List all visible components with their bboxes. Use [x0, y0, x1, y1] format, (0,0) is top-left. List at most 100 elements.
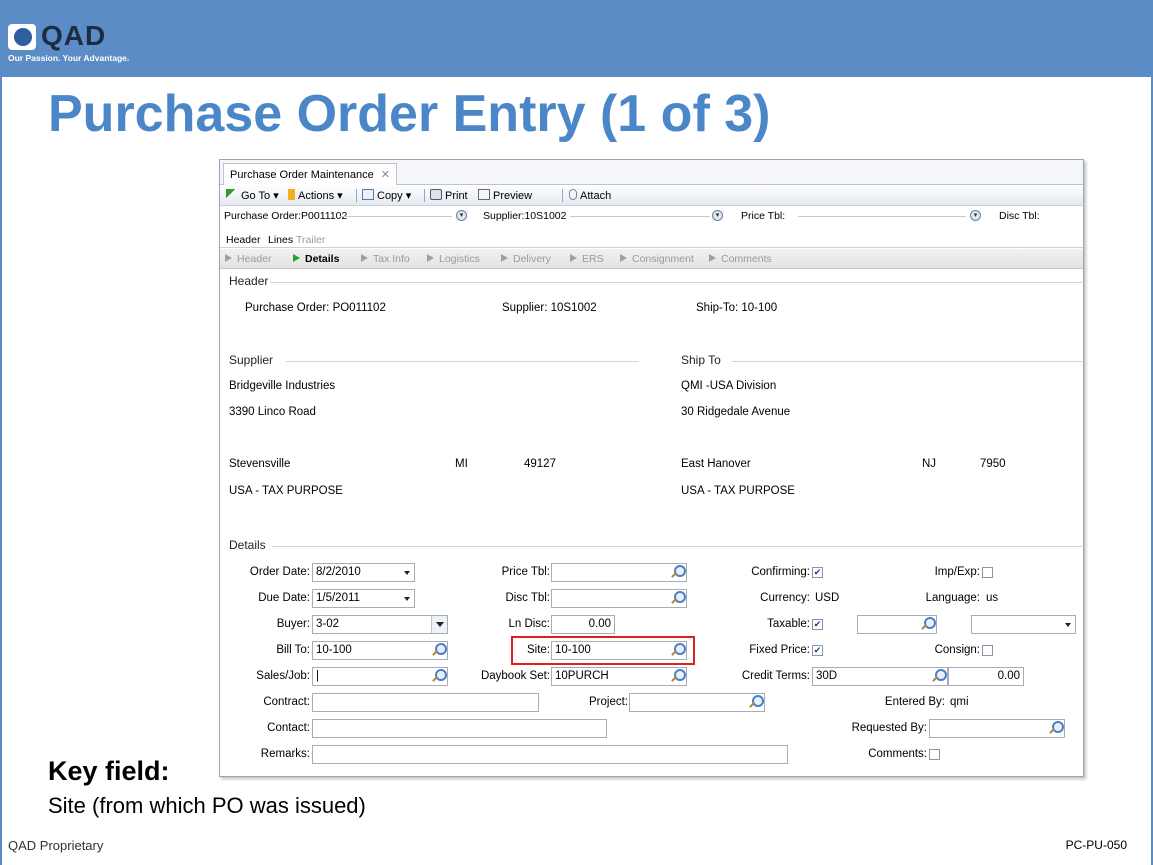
entered-by-label: Entered By:: [884, 696, 945, 708]
buyer-select[interactable]: 3-02: [312, 615, 448, 634]
supplier-city: Stevensville: [229, 458, 291, 470]
shipto-country: USA - TAX PURPOSE: [681, 485, 795, 497]
close-icon[interactable]: ✕: [381, 169, 390, 181]
actions-button[interactable]: Actions ▾: [288, 189, 343, 202]
disc-tbl-field[interactable]: [551, 589, 687, 608]
key-disc-tbl[interactable]: Disc Tbl:: [999, 210, 1040, 222]
sales-job-field[interactable]: |: [312, 667, 448, 686]
copy-button[interactable]: Copy ▾: [362, 189, 411, 202]
key-purchase-order[interactable]: Purchase Order:P0011102: [224, 210, 347, 222]
confirming-checkbox[interactable]: ✔: [812, 567, 823, 578]
key-supplier[interactable]: Supplier:10S1002: [483, 210, 566, 222]
supplier-country: USA - TAX PURPOSE: [229, 485, 343, 497]
po-maintenance-window: Purchase Order Maintenance ✕ Go To ▾ Act…: [219, 159, 1084, 777]
header-purchase-order: Purchase Order: PO011102: [245, 302, 386, 314]
order-date-field[interactable]: 8/2/2010: [312, 563, 415, 582]
chevron-down-icon[interactable]: [1065, 623, 1071, 627]
logo-text: QAD: [41, 20, 107, 51]
search-icon[interactable]: [670, 565, 686, 579]
search-icon[interactable]: [431, 643, 447, 657]
project-field[interactable]: [629, 693, 765, 712]
chevron-down-icon[interactable]: [404, 597, 410, 601]
header-section-title: Header: [229, 274, 269, 288]
credit-amount-field[interactable]: 0.00: [948, 667, 1024, 686]
ln-disc-label: Ln Disc:: [508, 618, 550, 630]
toolbar-separator: [356, 189, 357, 202]
search-icon[interactable]: [1048, 721, 1064, 735]
confirming-label: Confirming:: [751, 566, 810, 578]
shipto-city: East Hanover: [681, 458, 751, 470]
currency-label: Currency:: [760, 592, 810, 604]
tab-lines[interactable]: Lines: [268, 234, 293, 246]
slide-header-bar: QAD Our Passion. Your Advantage.: [0, 0, 1153, 77]
imp-exp-checkbox[interactable]: [982, 567, 993, 578]
contact-field[interactable]: [312, 719, 607, 738]
price-tbl-field[interactable]: [551, 563, 687, 582]
key-price-tbl[interactable]: Price Tbl:: [741, 210, 785, 222]
step-logistics[interactable]: Logistics: [427, 253, 480, 265]
language-value: us: [986, 592, 999, 604]
step-ers[interactable]: ERS: [570, 253, 604, 265]
play-arrow-icon: [225, 254, 232, 262]
play-arrow-icon: [501, 254, 508, 262]
bill-to-field[interactable]: 10-100: [312, 641, 448, 660]
step-tax-info[interactable]: Tax Info: [361, 253, 410, 265]
attach-button[interactable]: Attach: [569, 189, 611, 202]
search-icon[interactable]: [920, 617, 936, 631]
taxable-checkbox[interactable]: ✔: [812, 619, 823, 630]
header-supplier: Supplier: 10S1002: [502, 302, 597, 314]
toolbar: Go To ▾ Actions ▾ Copy ▾ Print Preview A…: [220, 186, 1083, 206]
fixed-price-checkbox[interactable]: ✔: [812, 645, 823, 656]
search-icon[interactable]: [931, 669, 947, 683]
toolbar-separator: [424, 189, 425, 202]
tax-code-field[interactable]: [857, 615, 937, 634]
tax-select[interactable]: [971, 615, 1076, 634]
remarks-field[interactable]: [312, 745, 788, 764]
step-comments[interactable]: Comments: [709, 253, 772, 265]
search-icon[interactable]: [670, 591, 686, 605]
remarks-label: Remarks:: [260, 748, 310, 760]
buyer-label: Buyer:: [276, 618, 310, 630]
step-consignment[interactable]: Consignment: [620, 253, 694, 265]
chevron-down-icon[interactable]: ▾: [712, 210, 723, 221]
play-arrow-icon: [293, 254, 300, 262]
chevron-down-icon[interactable]: ▾: [970, 210, 981, 221]
step-details[interactable]: Details: [293, 253, 339, 265]
chevron-down-icon[interactable]: ▾: [456, 210, 467, 221]
print-button[interactable]: Print: [430, 189, 468, 202]
section-divider: [270, 282, 1082, 283]
contact-label: Contact:: [267, 722, 310, 734]
ln-disc-field[interactable]: 0.00: [551, 615, 615, 634]
site-highlight-box: [511, 636, 695, 665]
step-delivery[interactable]: Delivery: [501, 253, 551, 265]
imp-exp-label: Imp/Exp:: [934, 566, 980, 578]
chevron-down-icon[interactable]: [431, 616, 447, 633]
search-icon[interactable]: [431, 669, 447, 683]
preview-button[interactable]: Preview: [478, 189, 532, 202]
search-icon[interactable]: [748, 695, 764, 709]
consign-checkbox[interactable]: [982, 645, 993, 656]
credit-terms-label: Credit Terms:: [741, 670, 810, 682]
search-icon[interactable]: [670, 669, 686, 683]
footer-proprietary: QAD Proprietary: [8, 838, 104, 853]
fixed-price-label: Fixed Price:: [749, 644, 810, 656]
requested-by-label: Requested By:: [851, 722, 927, 734]
price-tbl-label: Price Tbl:: [501, 566, 550, 578]
tab-purchase-order-maintenance[interactable]: Purchase Order Maintenance ✕: [223, 163, 397, 185]
chevron-down-icon[interactable]: [404, 571, 410, 575]
comments-checkbox[interactable]: [929, 749, 940, 760]
play-arrow-icon: [709, 254, 716, 262]
credit-terms-field[interactable]: 30D: [812, 667, 948, 686]
due-date-field[interactable]: 1/5/2011: [312, 589, 415, 608]
step-header[interactable]: Header: [225, 253, 271, 265]
requested-by-field[interactable]: [929, 719, 1065, 738]
daybook-set-field[interactable]: 10PURCH: [551, 667, 687, 686]
tab-trailer[interactable]: Trailer: [296, 234, 325, 246]
goto-button[interactable]: Go To ▾: [226, 189, 279, 202]
key-field-line: [570, 216, 710, 217]
order-date-label: Order Date:: [249, 566, 310, 578]
supplier-section-title: Supplier: [229, 353, 274, 367]
contract-field[interactable]: [312, 693, 539, 712]
contract-label: Contract:: [263, 696, 310, 708]
tab-header[interactable]: Header: [226, 234, 260, 246]
